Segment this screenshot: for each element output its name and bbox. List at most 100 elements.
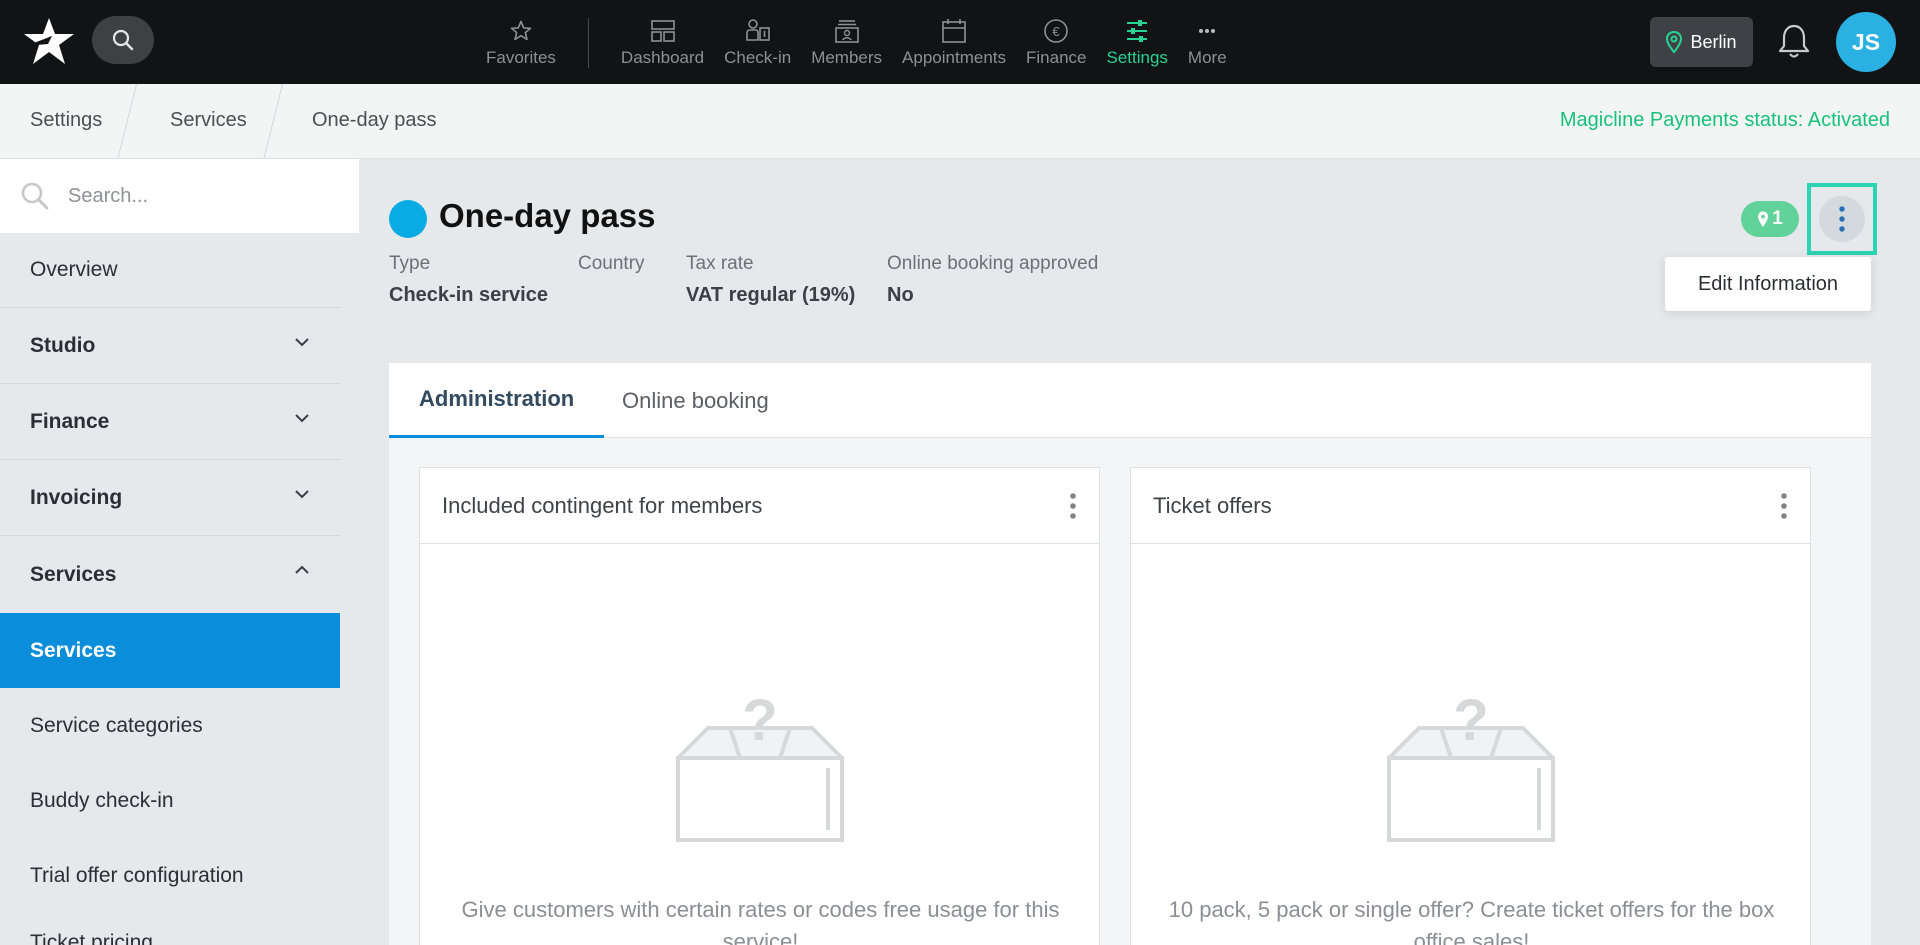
nav-label: Settings <box>1106 48 1168 67</box>
sidebar-item-label: Overview <box>30 258 118 281</box>
sidebar-group-invoicing[interactable]: Invoicing <box>0 461 340 536</box>
sidebar-item-label: Trial offer configuration <box>30 863 244 887</box>
service-detail-panel: Administration Online booking Included c… <box>389 363 1871 945</box>
settings-sidebar: Overview Studio Finance Invoicing Servic… <box>0 159 359 945</box>
meta-tax-rate: Tax rate VAT regular (19%) <box>686 253 855 307</box>
nav-label: More <box>1187 48 1227 67</box>
main-nav: Favorites Dashboard Check-in Members App… <box>476 0 1237 84</box>
sidebar-item-label: Services <box>30 562 117 586</box>
kebab-menu-icon[interactable] <box>1069 491 1077 521</box>
tab-online-booking[interactable]: Online booking <box>592 363 799 438</box>
breadcrumb: Settings Services One-day pass Magicline… <box>0 84 1920 159</box>
nav-check-in[interactable]: Check-in <box>714 0 801 84</box>
sidebar-item-label: Invoicing <box>30 486 123 509</box>
meta-type-value: Check-in service <box>389 284 548 306</box>
sidebar-group-services[interactable]: Services <box>0 537 340 612</box>
payments-status: Magicline Payments status: Activated <box>1559 109 1890 131</box>
nav-dashboard[interactable]: Dashboard <box>611 0 714 84</box>
chevron-down-icon <box>295 414 309 423</box>
card-title: Ticket offers <box>1153 492 1272 518</box>
sidebar-scrollbar[interactable] <box>340 233 359 945</box>
sidebar-item-label: Buddy check-in <box>30 788 174 812</box>
meta-country: Country <box>578 253 645 275</box>
empty-state-text: 10 pack, 5 pack or single offer? Create … <box>1168 897 1775 945</box>
nav-more[interactable]: More <box>1178 0 1237 84</box>
global-search-button[interactable] <box>92 16 154 64</box>
empty-box-question-icon: ? <box>676 694 844 842</box>
nav-label: Finance <box>1026 48 1087 67</box>
card-title: Included contingent for members <box>442 492 763 518</box>
meta-online-booking: Online booking approved No <box>887 253 1098 307</box>
nav-label: Check-in <box>724 48 792 67</box>
sidebar-search-input[interactable] <box>68 184 328 208</box>
sidebar-item-label: Studio <box>30 334 96 357</box>
breadcrumb-one-day-pass: One-day pass <box>312 109 437 131</box>
breadcrumb-separator <box>117 84 137 159</box>
edit-information-menu-item[interactable]: Edit Information <box>1665 257 1871 311</box>
sidebar-group-studio[interactable]: Studio <box>0 309 340 384</box>
meta-tax-value: VAT regular (19%) <box>686 284 856 306</box>
meta-country-label: Country <box>578 253 645 274</box>
main-content: One-day pass Type Check-in service Count… <box>359 159 1920 945</box>
nav-settings[interactable]: Settings <box>1096 0 1177 84</box>
location-count-badge[interactable]: 1 <box>1741 201 1799 237</box>
included-contingent-card: Included contingent for members ? Give c… <box>419 467 1100 945</box>
svg-text:?: ? <box>1453 694 1488 753</box>
nav-label: Favorites <box>486 48 556 67</box>
chevron-down-icon <box>295 490 309 499</box>
sidebar-item-overview[interactable]: Overview <box>0 233 340 308</box>
members-icon <box>834 20 859 43</box>
nav-appointments[interactable]: Appointments <box>892 0 1016 84</box>
svg-text:?: ? <box>742 694 777 753</box>
sidebar-item-label: Services <box>30 638 117 662</box>
dashboard-icon <box>650 20 675 42</box>
map-pin-icon <box>1666 31 1683 53</box>
breadcrumb-settings[interactable]: Settings <box>30 109 102 132</box>
tab-bar: Administration Online booking <box>389 363 1871 438</box>
search-icon <box>112 29 134 51</box>
kebab-menu-icon[interactable] <box>1780 491 1788 521</box>
nav-label: Dashboard <box>620 48 705 67</box>
meta-online-label: Online booking approved <box>887 253 1099 274</box>
empty-box-question-icon: ? <box>1387 694 1555 842</box>
map-pin-icon <box>1758 211 1769 227</box>
sliders-icon <box>1127 20 1148 42</box>
notifications-button[interactable] <box>1776 22 1812 65</box>
sidebar-item-label: Finance <box>30 410 110 433</box>
location-label: Berlin <box>1690 31 1737 52</box>
page-title: One-day pass <box>439 197 656 234</box>
location-selector-button[interactable]: Berlin <box>1650 17 1753 67</box>
breadcrumb-services[interactable]: Services <box>170 109 247 132</box>
breadcrumb-separator <box>263 84 283 159</box>
nav-divider <box>587 18 589 68</box>
meta-type: Type Check-in service <box>389 253 548 307</box>
nav-label: Members <box>811 48 883 67</box>
tab-administration[interactable]: Administration <box>389 363 605 438</box>
sidebar-group-finance[interactable]: Finance <box>0 385 340 460</box>
sidebar-search <box>0 159 359 233</box>
nav-label: Appointments <box>902 48 1006 67</box>
check-in-icon <box>745 19 770 41</box>
chevron-down-icon <box>295 338 309 347</box>
logo-star-icon[interactable] <box>22 16 76 71</box>
service-actions-button[interactable] <box>1807 183 1877 255</box>
nav-favorites[interactable]: Favorites <box>476 0 566 84</box>
sidebar-item-service-categories[interactable]: Service categories <box>0 688 340 763</box>
sidebar-item-label: Service categories <box>30 713 203 737</box>
search-icon <box>21 182 49 210</box>
nav-finance[interactable]: € Finance <box>1016 0 1096 84</box>
service-color-dot <box>389 200 427 238</box>
card-header: Included contingent for members <box>420 468 1099 544</box>
meta-online-value: No <box>887 284 914 306</box>
top-navigation-bar: Favorites Dashboard Check-in Members App… <box>0 0 1920 84</box>
sidebar-item-buddy-check-in[interactable]: Buddy check-in <box>0 763 340 838</box>
sidebar-item-trial-offer-configuration[interactable]: Trial offer configuration <box>0 838 340 913</box>
chevron-up-icon <box>295 565 309 574</box>
user-avatar[interactable]: JS <box>1836 12 1896 72</box>
empty-state-text: Give customers with certain rates or cod… <box>461 897 1060 945</box>
meta-type-label: Type <box>389 253 431 274</box>
sidebar-item-services[interactable]: Services <box>0 613 340 688</box>
sidebar-item-ticket-pricing[interactable]: Ticket pricing <box>0 913 340 945</box>
nav-members[interactable]: Members <box>801 0 892 84</box>
svg-text:€: € <box>1053 24 1061 39</box>
